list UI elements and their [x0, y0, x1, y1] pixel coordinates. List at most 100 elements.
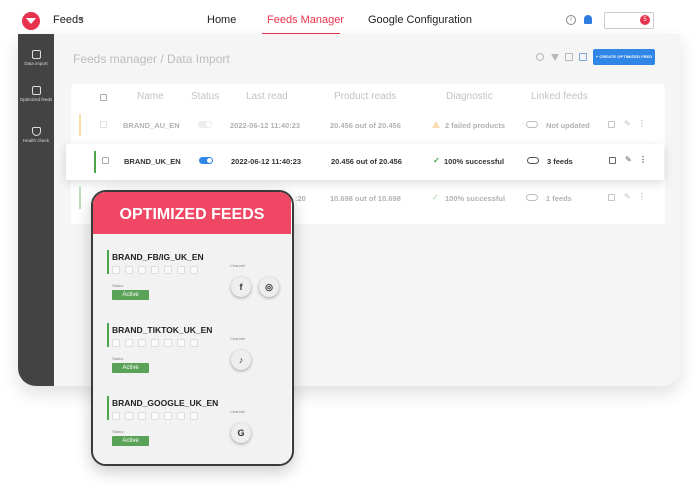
play-icon[interactable] — [112, 266, 120, 274]
share-icon[interactable] — [125, 339, 133, 347]
download-icon — [31, 86, 41, 95]
copy-icon[interactable] — [177, 266, 185, 274]
calendar-icon[interactable] — [608, 121, 615, 128]
calendar-icon[interactable] — [608, 194, 615, 201]
share-icon[interactable] — [125, 266, 133, 274]
status-toggle[interactable] — [198, 121, 212, 128]
pencil-icon[interactable]: ✎ — [624, 192, 631, 201]
list-item[interactable]: BRAND_TIKTOK_UK_EN Status Active Channel… — [93, 323, 291, 389]
trash-icon[interactable] — [190, 339, 198, 347]
app-logo-icon[interactable] — [22, 12, 40, 30]
linked-feeds[interactable]: 3 feeds — [547, 157, 573, 166]
sidebar-item-label: Optimized feeds — [19, 97, 53, 102]
play-icon[interactable] — [112, 339, 120, 347]
app-title[interactable]: Feeds — [53, 14, 84, 26]
sidebar-item-optimized-feeds[interactable]: Optimized feeds — [18, 86, 54, 102]
select-all-checkbox[interactable] — [100, 94, 107, 101]
sidebar: Data import Optimized feeds Health check — [18, 34, 54, 386]
instagram-icon: ◎ — [259, 277, 279, 297]
more-options-icon[interactable]: ⋮ — [638, 119, 646, 128]
column-header-name[interactable]: Name — [137, 91, 164, 102]
trash-icon[interactable] — [190, 412, 198, 420]
phone-header: OPTIMIZED FEEDS — [93, 192, 291, 234]
list-view-icon[interactable] — [579, 53, 587, 61]
link-icon — [526, 121, 538, 128]
last-read: 2022-06-12 11:40:23 — [231, 157, 302, 166]
optimized-feed-name: BRAND_FB/IG_UK_EN — [112, 252, 204, 262]
share-icon[interactable] — [125, 412, 133, 420]
tab-feeds-manager[interactable]: Feeds Manager — [267, 14, 344, 26]
breadcrumb: Feeds manager / Data Import — [73, 52, 230, 66]
list-item[interactable]: BRAND_FB/IG_UK_EN Status Active Channel … — [93, 250, 291, 316]
filter-icon[interactable] — [551, 54, 559, 61]
more-options-icon[interactable]: ⋮ — [638, 192, 646, 201]
row-status-bar — [94, 151, 96, 173]
pencil-icon[interactable]: ✎ — [625, 155, 632, 164]
copy-icon[interactable] — [177, 339, 185, 347]
pencil-icon[interactable] — [164, 266, 172, 274]
channel-label: Channel — [230, 336, 245, 341]
feed-name: BRAND_AU_EN — [123, 121, 180, 130]
pencil-icon[interactable]: ✎ — [624, 119, 631, 128]
sidebar-item-data-import[interactable]: Data import — [18, 50, 54, 66]
search-icon[interactable] — [536, 53, 544, 61]
optimized-feeds-list: BRAND_FB/IG_UK_EN Status Active Channel … — [93, 234, 291, 464]
sidebar-item-label: Data import — [24, 61, 48, 66]
status-label: Status — [112, 356, 124, 361]
last-read: 2022-06-12 11:40:23 — [230, 121, 301, 130]
bell-icon[interactable] — [584, 15, 592, 24]
tiktok-icon: ♪ — [231, 350, 251, 370]
image-icon[interactable] — [151, 339, 159, 347]
table-icon[interactable] — [138, 266, 146, 274]
list-item[interactable]: BRAND_GOOGLE_UK_EN Status Active Channel… — [93, 396, 291, 462]
facebook-icon: f — [231, 277, 251, 297]
trash-icon[interactable] — [190, 266, 198, 274]
table-row-highlighted[interactable]: BRAND_UK_EN 2022-06-12 11:40:23 20.456 o… — [66, 144, 664, 180]
image-icon[interactable] — [151, 412, 159, 420]
upload-icon — [31, 50, 41, 59]
sidebar-item-health-check[interactable]: Health check — [18, 127, 54, 143]
table-icon[interactable] — [138, 339, 146, 347]
linked-feeds[interactable]: Not updated — [546, 121, 590, 130]
info-icon[interactable]: i — [566, 15, 576, 25]
table-row[interactable]: BRAND_AU_EN 2022-06-12 11:40:23 20.456 o… — [71, 107, 665, 143]
linked-feeds[interactable]: 1 feeds — [546, 194, 572, 203]
status-badge: Active — [112, 363, 149, 373]
warning-icon — [432, 121, 440, 128]
play-icon[interactable] — [112, 412, 120, 420]
table-icon[interactable] — [138, 412, 146, 420]
column-header-last-read[interactable]: Last read — [246, 91, 288, 102]
row-status-bar — [79, 187, 81, 209]
pencil-icon[interactable] — [164, 412, 172, 420]
column-header-status[interactable]: Status — [191, 91, 219, 102]
calendar-icon[interactable] — [609, 157, 616, 164]
row-status-bar — [79, 114, 81, 136]
chevron-down-icon[interactable]: ▾ — [80, 15, 84, 23]
more-options-icon[interactable]: ⋮ — [639, 155, 647, 164]
row-checkbox[interactable] — [100, 121, 107, 128]
phone-title: OPTIMIZED FEEDS — [119, 206, 265, 223]
column-header-product-reads[interactable]: Product reads — [334, 91, 396, 102]
pencil-icon[interactable] — [164, 339, 172, 347]
check-icon: ✓ — [433, 156, 440, 165]
shield-icon — [31, 127, 41, 136]
column-header-linked-feeds[interactable]: Linked feeds — [531, 91, 588, 102]
create-optimized-feed-button[interactable]: + CREATE OPTIMIZED FEED — [593, 49, 655, 65]
optimized-feed-name: BRAND_TIKTOK_UK_EN — [112, 325, 213, 335]
tab-google-configuration[interactable]: Google Configuration — [368, 14, 472, 26]
image-icon[interactable] — [151, 266, 159, 274]
check-icon: ✓ — [432, 193, 439, 202]
status-toggle[interactable] — [199, 157, 213, 164]
tab-home[interactable]: Home — [207, 14, 236, 26]
sidebar-item-label: Health check — [22, 138, 49, 143]
product-reads: 20.456 out of 20.456 — [330, 121, 401, 130]
grid-view-icon[interactable] — [565, 53, 573, 61]
card-status-bar — [107, 396, 109, 420]
product-reads: 20.456 out of 20.456 — [331, 157, 402, 166]
last-read: :20 — [295, 194, 306, 203]
copy-icon[interactable] — [177, 412, 185, 420]
column-header-diagnostic[interactable]: Diagnostic — [446, 91, 493, 102]
card-status-bar — [107, 323, 109, 347]
channel-label: Channel — [230, 409, 245, 414]
row-checkbox[interactable] — [102, 157, 109, 164]
